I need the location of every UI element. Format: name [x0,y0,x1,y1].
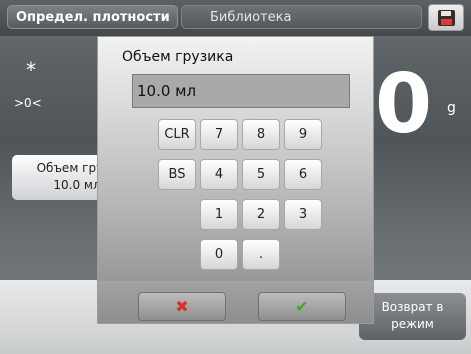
cross-icon: ✖ [175,297,189,316]
key-7[interactable]: 7 [200,119,238,150]
stable-indicator: * [26,58,36,82]
key-2[interactable]: 2 [242,199,280,230]
key-1[interactable]: 1 [200,199,238,230]
save-button[interactable] [428,4,464,31]
dialog-title: Объем грузика [122,49,234,65]
balance-screen: Определ. плотности Библиотека * >0< 0 g … [0,0,471,354]
numeric-entry-dialog: Объем грузика 10.0 мл CLR 7 8 9 BS 4 5 6… [97,36,374,324]
volume-input[interactable]: 10.0 мл [132,74,350,108]
ok-button[interactable]: ✔ [258,292,346,321]
key-9[interactable]: 9 [284,119,322,150]
weight-value: 0 [375,57,433,152]
cancel-button[interactable]: ✖ [138,292,226,321]
return-to-mode-button[interactable]: Возврат в режим [359,293,466,340]
return-line1: Возврат в [381,300,444,314]
key-clr[interactable]: CLR [158,119,196,150]
return-line2: режим [391,317,434,331]
key-dot[interactable]: . [242,239,280,270]
key-bs[interactable]: BS [158,159,196,190]
weight-unit: g [447,100,456,116]
key-0[interactable]: 0 [200,239,238,270]
zero-indicator: >0< [14,96,42,110]
key-8[interactable]: 8 [242,119,280,150]
checkmark-icon: ✔ [295,297,309,316]
tab-density-mode[interactable]: Определ. плотности [7,5,178,29]
key-4[interactable]: 4 [200,159,238,190]
key-3[interactable]: 3 [284,199,322,230]
floppy-disk-icon [438,10,455,26]
tab-library[interactable]: Библиотека [181,5,422,29]
key-5[interactable]: 5 [242,159,280,190]
top-bar: Определ. плотности Библиотека [0,0,471,36]
key-6[interactable]: 6 [284,159,322,190]
